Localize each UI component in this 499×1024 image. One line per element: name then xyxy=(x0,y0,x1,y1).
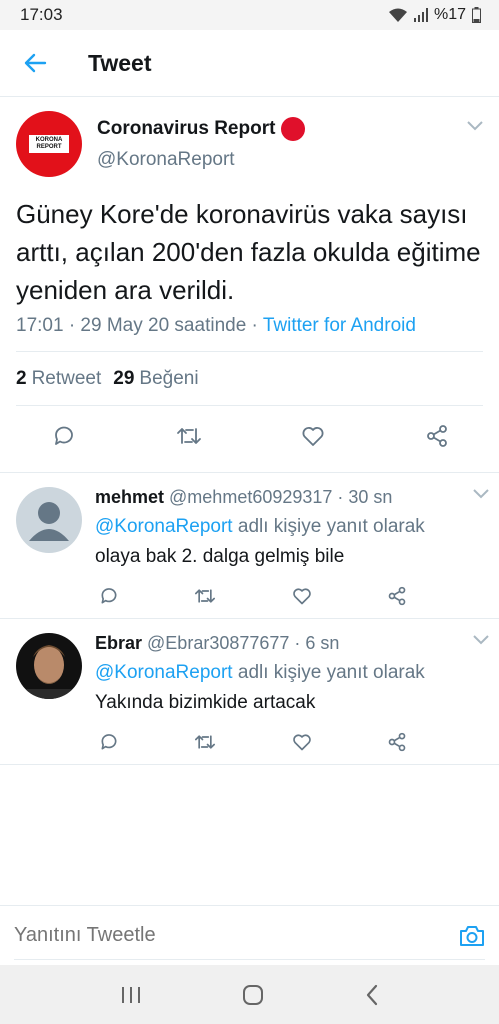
like-label: Beğeni xyxy=(139,367,199,389)
retweet-icon xyxy=(195,735,216,749)
reply-tweet[interactable]: mehmet @mehmet60929317 · 30 sn @KoronaRep… xyxy=(0,473,499,606)
status-bar: 17:03 %17 xyxy=(0,0,499,30)
replying-to: @KoronaReport adlı kişiye yanıt olarak xyxy=(95,516,483,538)
share-icon xyxy=(388,732,406,752)
reply-button[interactable] xyxy=(99,732,119,752)
reply-input[interactable] xyxy=(14,924,414,947)
main-tweet: KORONA REPORT Coronavirus Report @Korona… xyxy=(0,97,499,466)
like-button[interactable] xyxy=(292,586,312,606)
page-title: Tweet xyxy=(88,49,152,76)
chevron-down-icon xyxy=(473,489,489,499)
signal-icon xyxy=(413,8,428,22)
tweet-options-button[interactable] xyxy=(473,489,489,499)
tweet-actions xyxy=(16,406,483,466)
status-icons: %17 xyxy=(388,6,481,24)
reply-text: olaya bak 2. dalga gelmiş bile xyxy=(95,546,345,567)
recent-apps-button[interactable] xyxy=(120,985,142,1005)
battery-icon xyxy=(472,7,481,23)
retweet-button[interactable] xyxy=(194,586,216,606)
avatar[interactable]: KORONA REPORT xyxy=(16,111,82,177)
reply-author-name[interactable]: mehmet xyxy=(95,487,164,507)
system-nav-bar xyxy=(0,965,499,1024)
reply-author-name[interactable]: Ebrar xyxy=(95,633,142,653)
retweet-stat[interactable]: 2 Retweet xyxy=(16,368,101,390)
reply-actions xyxy=(95,732,407,752)
tweet-text: Güney Kore'de koronavirüs vaka sayısı ar… xyxy=(16,199,481,305)
like-stat[interactable]: 29 Beğeni xyxy=(113,368,198,390)
comment-icon xyxy=(101,588,117,604)
comment-icon xyxy=(101,734,117,750)
camera-icon xyxy=(460,925,484,946)
logo-line2: REPORT xyxy=(36,144,62,150)
reply-meta: @Ebrar30877677 · 6 sn xyxy=(147,633,340,653)
mention-link[interactable]: @KoronaReport xyxy=(95,516,233,537)
mention-link[interactable]: @KoronaReport xyxy=(95,662,233,683)
battery-percent: %17 xyxy=(433,6,466,23)
reply-header: mehmet @mehmet60929317 · 30 sn xyxy=(95,487,483,508)
korona-report-logo: KORONA REPORT xyxy=(29,135,69,153)
tweet-options-button[interactable] xyxy=(473,635,489,645)
author-handle[interactable]: @KoronaReport xyxy=(97,149,305,171)
tweet-timestamp: 17:01 · 29 May 20 saatinde · xyxy=(16,315,263,336)
wifi-icon xyxy=(388,7,408,23)
camera-button[interactable] xyxy=(459,924,485,948)
reply-header: Ebrar @Ebrar30877677 · 6 sn xyxy=(95,633,483,654)
retweet-icon xyxy=(176,428,201,444)
tweet-author: KORONA REPORT Coronavirus Report @Korona… xyxy=(16,97,483,187)
author-name-text: Coronavirus Report xyxy=(97,118,276,139)
replying-to-label: adlı kişiye yanıt olarak xyxy=(232,516,425,537)
back-nav-button[interactable] xyxy=(365,984,379,1006)
back-button[interactable] xyxy=(0,30,70,97)
retweet-count: 2 xyxy=(16,367,27,389)
reply-button[interactable] xyxy=(52,424,76,448)
avatar[interactable] xyxy=(16,487,82,553)
share-icon xyxy=(427,425,447,447)
home-button[interactable] xyxy=(242,984,264,1006)
tweet-source-link[interactable]: Twitter for Android xyxy=(263,315,416,336)
replying-to-label: adlı kişiye yanıt olarak xyxy=(232,662,425,683)
like-count: 29 xyxy=(113,367,135,389)
chevron-down-icon xyxy=(473,635,489,645)
recent-apps-icon xyxy=(122,986,141,1003)
like-button[interactable] xyxy=(301,424,325,448)
reply-text: Yakında bizimkide artacak xyxy=(95,692,316,713)
heart-icon xyxy=(292,734,311,751)
divider xyxy=(0,764,499,765)
default-avatar-icon xyxy=(16,487,82,553)
profile-photo xyxy=(16,633,82,699)
retweet-icon xyxy=(195,589,216,603)
replying-to: @KoronaReport adlı kişiye yanıt olarak xyxy=(95,662,483,684)
reply-button[interactable] xyxy=(99,586,119,606)
share-button[interactable] xyxy=(387,586,407,606)
comment-icon xyxy=(55,426,73,445)
reply-meta: @mehmet60929317 · 30 sn xyxy=(169,487,393,507)
author-name[interactable]: Coronavirus Report xyxy=(97,117,306,141)
share-icon xyxy=(388,586,406,606)
tweet-meta: 17:01 · 29 May 20 saatinde · Twitter for… xyxy=(16,315,483,352)
reply-composer xyxy=(0,905,499,965)
heart-icon xyxy=(302,427,324,446)
home-icon xyxy=(243,984,264,1005)
red-circle-emoji xyxy=(281,117,306,141)
arrow-left-icon xyxy=(24,53,47,73)
reply-tweet[interactable]: Ebrar @Ebrar30877677 · 6 sn @KoronaReport… xyxy=(0,619,499,752)
share-button[interactable] xyxy=(425,424,449,448)
input-underline xyxy=(14,959,485,960)
retweet-label: Retweet xyxy=(31,367,102,389)
retweet-button[interactable] xyxy=(176,424,202,448)
reply-actions xyxy=(95,586,407,606)
tweet-stats: 2 Retweet 29 Beğeni xyxy=(16,352,483,406)
logo-line1: KORONA xyxy=(35,137,63,143)
chevron-down-icon xyxy=(467,121,483,131)
status-time: 17:03 xyxy=(20,5,63,24)
back-chevron-icon xyxy=(366,984,377,1005)
share-button[interactable] xyxy=(387,732,407,752)
retweet-button[interactable] xyxy=(194,732,216,752)
heart-icon xyxy=(292,588,311,605)
like-button[interactable] xyxy=(292,732,312,752)
avatar[interactable] xyxy=(16,633,82,699)
tweet-options-button[interactable] xyxy=(467,121,483,131)
app-bar: Tweet xyxy=(0,30,499,97)
